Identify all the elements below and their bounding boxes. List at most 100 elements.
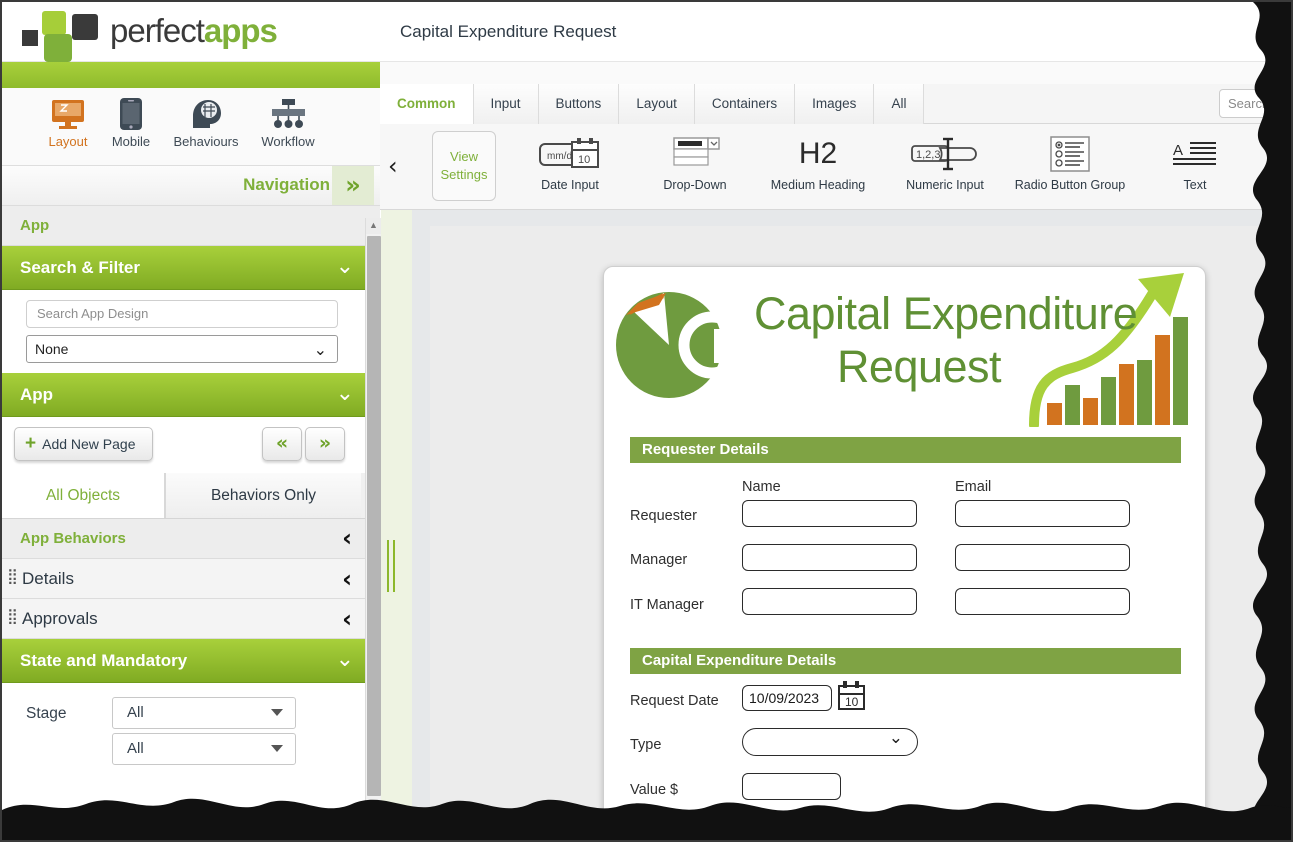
view-settings-button[interactable]: View Settings	[432, 131, 496, 201]
logo-square-dark-small	[22, 30, 38, 46]
role-select[interactable]: All	[112, 733, 296, 765]
h2-glyph: H2	[798, 137, 838, 170]
ribbon: Common Input Buttons Layout Containers I…	[380, 62, 1291, 210]
description-input[interactable]	[742, 819, 1130, 840]
logo-word-apps: apps	[203, 12, 278, 49]
chevron-left-icon[interactable]: ‹	[342, 524, 352, 552]
nav-section-label: App	[20, 217, 50, 234]
h2-icon: H2	[758, 130, 878, 178]
mode-behaviours[interactable]: Behaviours	[166, 96, 246, 149]
row-label-manager: Manager	[630, 552, 688, 568]
logo-word-perfect: perfect	[110, 12, 205, 49]
chevron-down-icon[interactable]: ⌄	[336, 647, 354, 672]
requester-email-input[interactable]	[955, 500, 1130, 527]
it-manager-name-input[interactable]	[742, 588, 917, 615]
navigation-expand-icon[interactable]: »	[332, 166, 374, 205]
collapse-all-button[interactable]: «	[262, 427, 302, 461]
logo-square-dark-large	[72, 14, 98, 40]
phone-icon	[91, 96, 171, 132]
form-preview-card: Capital Expenditure Request Requester De…	[603, 266, 1206, 840]
request-date-input[interactable]: 10/09/2023	[742, 685, 832, 711]
mode-workflow[interactable]: Workflow	[248, 96, 328, 149]
it-manager-email-input[interactable]	[955, 588, 1130, 615]
chevron-left-icon[interactable]: ‹	[342, 565, 352, 593]
chevron-down-icon: ⌄	[313, 340, 327, 359]
mode-mobile[interactable]: Mobile	[91, 96, 171, 149]
tab-buttons[interactable]: Buttons	[538, 84, 620, 124]
ribbon-item-radio-button-group[interactable]: Radio Button Group	[1010, 130, 1130, 192]
tab-all[interactable]: All	[874, 84, 925, 124]
tab-behaviors-only[interactable]: Behaviors Only	[165, 473, 361, 518]
chevron-left-icon[interactable]: ‹	[342, 605, 352, 633]
search-filter-body: Search App Design None ⌄	[2, 290, 380, 373]
tab-images[interactable]: Images	[795, 84, 875, 124]
tree-item-approvals[interactable]: ⣿ Approvals ‹	[2, 599, 380, 639]
scrollbar-thumb[interactable]	[367, 236, 381, 796]
filter-select-value: None	[35, 341, 69, 357]
perfectapps-logo[interactable]: perfectapps	[18, 8, 278, 62]
stage-label: Stage	[26, 705, 67, 722]
design-canvas: Capital Expenditure Request Requester De…	[412, 210, 1291, 840]
object-tabs: All Objects Behaviors Only	[2, 473, 380, 519]
ribbon-item-label: Radio Button Group	[1014, 178, 1126, 192]
nav-section-state-mandatory[interactable]: State and Mandatory ⌄	[2, 639, 380, 683]
column-header-name: Name	[742, 479, 781, 495]
tab-input[interactable]: Input	[473, 84, 539, 124]
logo-wordmark: perfectapps	[110, 12, 278, 50]
splitter-grip-icon[interactable]	[387, 540, 395, 592]
row-label-it-manager: IT Manager	[630, 597, 704, 613]
chevron-down-icon[interactable]: ⌄	[336, 381, 354, 406]
filter-select[interactable]: None ⌄	[26, 335, 338, 363]
ribbon-item-label: Text	[1183, 178, 1207, 192]
view-settings-line2: Settings	[440, 167, 488, 182]
view-settings-line1: View	[450, 149, 478, 164]
nav-section-app[interactable]: App	[2, 206, 380, 246]
nav-section-search-filter[interactable]: Search & Filter ⌄	[2, 246, 380, 290]
chevron-down-icon: ⌄	[888, 728, 903, 748]
tab-common[interactable]: Common	[380, 84, 474, 125]
tree-item-app-behaviors[interactable]: App Behaviors ‹	[2, 519, 380, 559]
panel-splitter[interactable]	[381, 210, 412, 840]
type-select[interactable]: ⌄	[742, 728, 918, 756]
tree-item-label: Details	[22, 569, 74, 588]
stage-select[interactable]: All	[112, 697, 296, 729]
expand-all-button[interactable]: »	[305, 427, 345, 461]
navigation-scroll-area: App Search & Filter ⌄ Search App Design …	[2, 206, 380, 840]
calendar-icon[interactable]: 10	[838, 681, 865, 716]
manager-name-input[interactable]	[742, 544, 917, 571]
brain-head-icon	[166, 96, 246, 132]
tab-all-objects[interactable]: All Objects	[2, 473, 165, 518]
tree-item-label: App Behaviors	[20, 530, 126, 547]
manager-email-input[interactable]	[955, 544, 1130, 571]
tree-item-details[interactable]: ⣿ Details ‹	[2, 559, 380, 599]
chevron-down-icon[interactable]: ⌄	[336, 254, 354, 279]
nav-section-app-group[interactable]: App ⌄	[2, 373, 380, 417]
ribbon-content: ‹ View Settings mm/dd 10 Date Input Drop…	[380, 124, 1291, 210]
ribbon-search-input[interactable]: Search	[1219, 89, 1291, 118]
ribbon-item-drop-down[interactable]: Drop-Down	[635, 130, 755, 192]
scroll-up-arrow-icon[interactable]: ▲	[366, 218, 381, 234]
tab-layout[interactable]: Layout	[619, 84, 695, 124]
mode-label: Mobile	[111, 134, 151, 149]
requester-name-input[interactable]	[742, 500, 917, 527]
add-new-page-button[interactable]: + Add New Page	[14, 427, 153, 461]
ribbon-item-label: Drop-Down	[663, 178, 727, 192]
drag-handle-icon[interactable]: ⣿	[7, 569, 18, 584]
ribbon-item-text[interactable]: A Text	[1135, 130, 1255, 192]
search-app-design-input[interactable]: Search App Design	[26, 300, 338, 328]
section-header-capital-expenditure-details: Capital Expenditure Details	[630, 648, 1181, 674]
tree-item-label: Approvals	[22, 609, 98, 628]
date-input-icon: mm/dd 10	[510, 130, 630, 178]
ribbon-item-numeric-input[interactable]: 1,2,3 Numeric Input	[885, 130, 1005, 192]
tab-containers[interactable]: Containers	[694, 84, 796, 124]
row-label-requester: Requester	[630, 508, 697, 524]
ribbon-collapse-icon[interactable]: ‹	[388, 152, 408, 180]
drag-handle-icon[interactable]: ⣿	[7, 609, 18, 624]
ribbon-item-medium-heading[interactable]: H2 Medium Heading	[758, 130, 878, 192]
navigation-scrollbar[interactable]: ▲	[365, 218, 381, 838]
svg-text:10: 10	[845, 695, 859, 709]
state-mandatory-body: Stage All All	[2, 683, 380, 813]
nav-section-label: App	[20, 385, 54, 404]
ribbon-item-date-input[interactable]: mm/dd 10 Date Input	[510, 130, 630, 192]
value-input[interactable]	[742, 773, 841, 800]
